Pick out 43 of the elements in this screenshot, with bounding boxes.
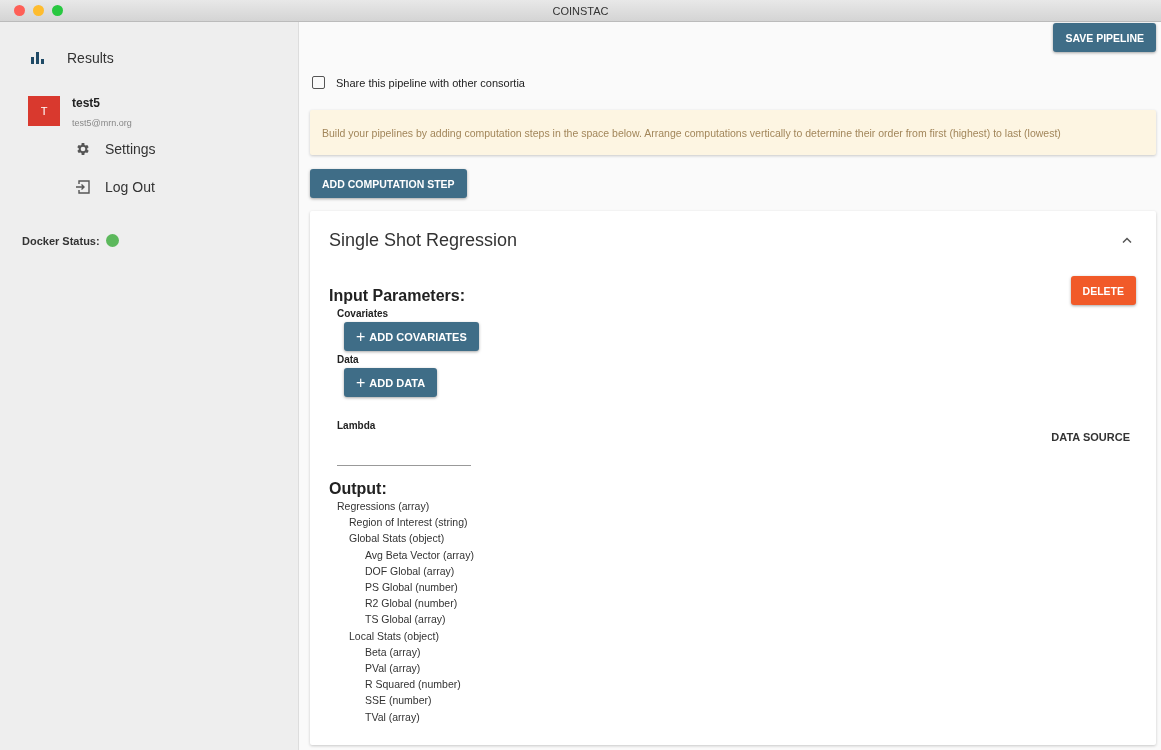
user-name: test5 bbox=[72, 96, 101, 110]
input-label: Covariates bbox=[337, 308, 390, 319]
maximize-icon[interactable] bbox=[52, 5, 63, 16]
input-label: Lambda bbox=[337, 420, 377, 431]
output-item: SSE (number) bbox=[365, 693, 433, 709]
output-item: TVal (array) bbox=[365, 709, 421, 725]
output-item: R2 Global (number) bbox=[365, 596, 459, 612]
share-checkbox[interactable] bbox=[312, 76, 325, 89]
output-item: Beta (array) bbox=[365, 644, 422, 660]
delete-button[interactable]: DELETE bbox=[1070, 276, 1136, 305]
data-source-label: DATA SOURCE bbox=[1051, 431, 1130, 443]
input-heading: Input Parameters: bbox=[329, 287, 466, 305]
nav-item[interactable]: Results bbox=[67, 50, 114, 66]
window-title: COINSTAC bbox=[552, 4, 609, 17]
settings-icon bbox=[75, 141, 91, 157]
output-item: Avg Beta Vector (array) bbox=[365, 547, 475, 563]
add-button[interactable]: + ADD COVARIATES bbox=[344, 322, 479, 351]
step-title: Single Shot Regression bbox=[329, 229, 518, 251]
output-heading: Output: bbox=[329, 480, 388, 498]
add-computation-step-button[interactable]: ADD COMPUTATION STEP bbox=[310, 169, 467, 198]
output-item: PS Global (number) bbox=[365, 580, 459, 595]
save-pipeline-button[interactable]: SAVE PIPELINE bbox=[1053, 23, 1156, 52]
share-label: Share this pipeline with other consortia bbox=[336, 76, 525, 89]
close-icon[interactable] bbox=[14, 5, 25, 16]
docker-status-label: Docker Status: bbox=[22, 234, 100, 247]
user-avatar: T bbox=[28, 96, 60, 126]
menu-item[interactable]: Settings bbox=[105, 141, 156, 157]
output-item: Regressions (array) bbox=[337, 499, 431, 514]
bar-chart-icon bbox=[31, 52, 45, 64]
output-item: PVal (array) bbox=[365, 661, 422, 677]
output-item: Local Stats (object) bbox=[349, 628, 440, 644]
menu-item[interactable]: Log Out bbox=[105, 179, 155, 195]
output-item: Region of Interest (string) bbox=[349, 515, 469, 531]
add-button[interactable]: + ADD DATA bbox=[344, 368, 438, 397]
output-item: DOF Global (array) bbox=[365, 563, 456, 579]
logout-icon bbox=[75, 179, 91, 195]
output-item: Global Stats (object) bbox=[349, 531, 446, 547]
output-item: R Squared (number) bbox=[365, 677, 462, 693]
user-email: test5@mrn.org bbox=[72, 118, 132, 128]
chevron-icon[interactable] bbox=[1122, 237, 1132, 243]
output-item: TS Global (array) bbox=[365, 612, 447, 628]
input-label: Data bbox=[337, 354, 360, 365]
info-banner: Build your pipelines by adding computation steps in the space below. Arrange computations vertically to determine their order from first (highest) to last (lowest) bbox=[310, 110, 1156, 155]
